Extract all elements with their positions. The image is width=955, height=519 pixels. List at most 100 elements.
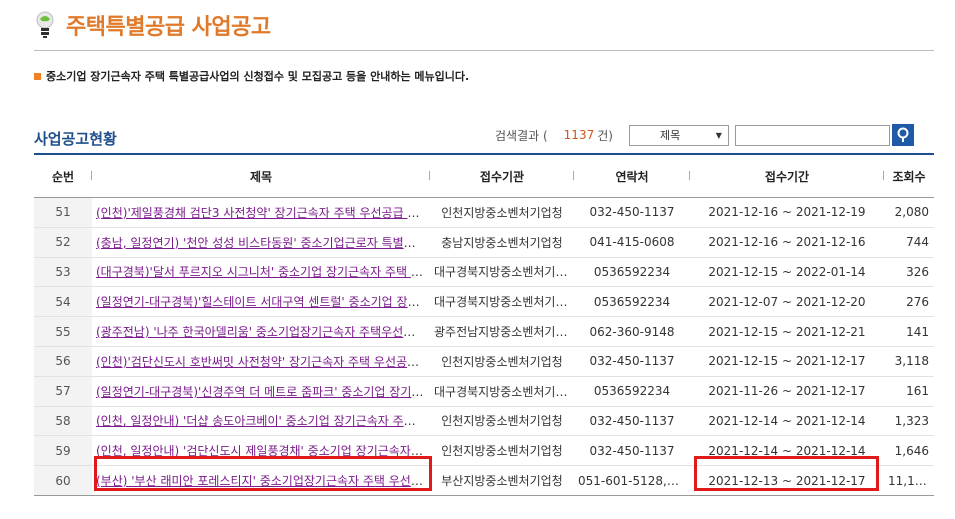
- highlight-title-box: [94, 456, 432, 491]
- table-row[interactable]: 53 (대구경북)'달서 푸르지오 시그니처' 중소기업 장기근속자 주택 특별공…: [34, 257, 934, 288]
- page-header: 주택특별공급 사업공고: [34, 9, 271, 41]
- cell-contact: 032-450-1137: [574, 346, 690, 377]
- intro-text: 중소기업 장기근속자 주택 특별공급사업의 신청접수 및 모집공고 등을 안내하…: [34, 68, 469, 84]
- cell-title: (인천)'제일풍경채 검단3 사전청약' 장기근속자 주택 우선공급 입주자 모…: [92, 197, 430, 228]
- table-row[interactable]: 56 (인천)'검단신도시 호반써밋 사전청약' 장기근속자 주택 우선공급 입주…: [34, 346, 934, 377]
- notice-title-link[interactable]: (일정연기-대구경북)'신경주역 더 메트로 줌파크' 중소기업 장기근속자 주…: [96, 385, 430, 399]
- result-label: 검색결과 (: [495, 128, 548, 143]
- page-title: 주택특별공급 사업공고: [66, 15, 271, 40]
- header-num: 순번: [34, 153, 92, 198]
- lightbulb-icon: [36, 11, 54, 38]
- header-period: 접수기간: [690, 153, 884, 198]
- cell-contact: 051-601-5128,5129: [574, 465, 690, 496]
- search-filter-select[interactable]: 제목 ▼: [628, 124, 729, 146]
- cell-views: 141: [884, 316, 934, 347]
- cell-title: (일정연기-대구경북)'신경주역 더 메트로 줌파크' 중소기업 장기근속자 주…: [92, 376, 430, 407]
- table-row[interactable]: 55 (광주전남) '나주 한국아델리움' 중소기업장기근속자 주택우선공급 모집…: [34, 316, 934, 347]
- cell-contact: 0536592234: [574, 257, 690, 288]
- cell-views: 744: [884, 227, 934, 258]
- cell-agency: 광주전남지방중소벤처기업청: [430, 316, 574, 347]
- cell-title: (인천, 일정안내) '더샵 송도아크베이' 중소기업 장기근속자 주택 우선공…: [92, 406, 430, 437]
- cell-contact: 032-450-1137: [574, 435, 690, 467]
- cell-num: 52: [34, 227, 92, 258]
- result-count: 1137: [563, 128, 595, 142]
- cell-views: 11,152: [884, 465, 934, 496]
- cell-num: 56: [34, 346, 92, 377]
- bullet-square-icon: [34, 72, 41, 80]
- notice-title-link[interactable]: (인천, 일정안내) '더샵 송도아크베이' 중소기업 장기근속자 주택 우선공…: [96, 414, 430, 428]
- cell-period: 2021-12-15 ~ 2021-12-17: [690, 346, 884, 377]
- cell-views: 1,323: [884, 406, 934, 437]
- cell-views: 326: [884, 257, 934, 288]
- cell-views: 276: [884, 286, 934, 318]
- cell-agency: 인천지방중소벤처기업청: [430, 346, 574, 377]
- cell-num: 59: [34, 435, 92, 467]
- header-title: 제목: [92, 153, 430, 198]
- search-icon: [897, 127, 909, 142]
- search-input[interactable]: [734, 124, 890, 146]
- cell-agency: 인천지방중소벤처기업청: [430, 406, 574, 437]
- chevron-down-icon: ▼: [715, 130, 722, 140]
- notice-title-link[interactable]: (일정연기-대구경북)'힐스테이트 서대구역 센트럴' 중소기업 장기근속자 주…: [96, 295, 430, 309]
- cell-period: 2021-12-07 ~ 2021-12-20: [690, 286, 884, 318]
- cell-title: (일정연기-대구경북)'힐스테이트 서대구역 센트럴' 중소기업 장기근속자 주…: [92, 286, 430, 318]
- notice-table: 순번 제목 접수기관 연락처 접수기간 조회수 51 (인천)'제일풍경채 검단3…: [34, 153, 934, 496]
- header-contact: 연락처: [574, 153, 690, 198]
- header-views: 조회수: [884, 153, 934, 198]
- cell-period: 2021-12-16 ~ 2021-12-19: [690, 197, 884, 228]
- cell-agency: 인천지방중소벤처기업청: [430, 435, 574, 467]
- table-row[interactable]: 54 (일정연기-대구경북)'힐스테이트 서대구역 센트럴' 중소기업 장기근속자…: [34, 286, 934, 318]
- cell-agency: 대구경북지방중소벤처기업청: [430, 286, 574, 318]
- cell-period: 2021-12-16 ~ 2021-12-16: [690, 227, 884, 258]
- cell-period: 2021-12-14 ~ 2021-12-14: [690, 406, 884, 437]
- cell-contact: 062-360-9148: [574, 316, 690, 347]
- cell-views: 3,118: [884, 346, 934, 377]
- notice-title-link[interactable]: (광주전남) '나주 한국아델리움' 중소기업장기근속자 주택우선공급 모집공고: [96, 325, 430, 339]
- table-header-row: 순번 제목 접수기관 연락처 접수기간 조회수: [34, 153, 934, 198]
- cell-num: 53: [34, 257, 92, 288]
- cell-agency: 인천지방중소벤처기업청: [430, 197, 574, 228]
- notice-title-link[interactable]: (대구경북)'달서 푸르지오 시그니처' 중소기업 장기근속자 주택 특별공급: [96, 265, 430, 279]
- search-filter-value: 제목: [659, 129, 681, 142]
- cell-title: (인천)'검단신도시 호반써밋 사전청약' 장기근속자 주택 우선공급 입주자 …: [92, 346, 430, 377]
- cell-title: (광주전남) '나주 한국아델리움' 중소기업장기근속자 주택우선공급 모집공고: [92, 316, 430, 347]
- cell-title: (대구경북)'달서 푸르지오 시그니처' 중소기업 장기근속자 주택 특별공급: [92, 257, 430, 288]
- intro-label: 중소기업 장기근속자 주택 특별공급사업의 신청접수 및 모집공고 등을 안내하…: [46, 70, 470, 83]
- cell-num: 51: [34, 197, 92, 228]
- search-bar: 검색결과 ( 1137 건) 제목 ▼: [495, 124, 914, 146]
- cell-contact: 032-450-1137: [574, 197, 690, 228]
- cell-agency: 충남지방중소벤처기업청: [430, 227, 574, 258]
- cell-period: 2021-12-15 ~ 2022-01-14: [690, 257, 884, 288]
- highlight-period-box: [694, 456, 879, 491]
- header-agency: 접수기관: [430, 153, 574, 198]
- cell-num: 54: [34, 286, 92, 318]
- table-row[interactable]: 58 (인천, 일정안내) '더샵 송도아크베이' 중소기업 장기근속자 주택 우…: [34, 406, 934, 437]
- title-divider: [34, 50, 934, 51]
- cell-contact: 041-415-0608: [574, 227, 690, 258]
- cell-contact: 0536592234: [574, 376, 690, 407]
- cell-contact: 032-450-1137: [574, 406, 690, 437]
- search-button[interactable]: [891, 124, 914, 146]
- cell-views: 2,080: [884, 197, 934, 228]
- cell-num: 60: [34, 465, 92, 496]
- cell-num: 58: [34, 406, 92, 437]
- cell-views: 161: [884, 376, 934, 407]
- cell-title: (충남, 일정연기) '천안 성성 비스타동원' 중소기업근로자 특별공급 입주…: [92, 227, 430, 258]
- table-row[interactable]: 52 (충남, 일정연기) '천안 성성 비스타동원' 중소기업근로자 특별공급 …: [34, 227, 934, 258]
- cell-period: 2021-12-15 ~ 2021-12-21: [690, 316, 884, 347]
- table-row[interactable]: 57 (일정연기-대구경북)'신경주역 더 메트로 줌파크' 중소기업 장기근속자…: [34, 376, 934, 407]
- cell-agency: 부산지방중소벤처기업청: [430, 465, 574, 496]
- notice-title-link[interactable]: (인천)'제일풍경채 검단3 사전청약' 장기근속자 주택 우선공급 입주자 모…: [96, 206, 430, 220]
- cell-num: 57: [34, 376, 92, 407]
- cell-agency: 대구경북지방중소벤처기업청: [430, 257, 574, 288]
- cell-num: 55: [34, 316, 92, 347]
- cell-agency: 대구경북지방중소벤처기업청: [430, 376, 574, 407]
- section-title: 사업공고현황: [34, 130, 117, 148]
- cell-views: 1,646: [884, 435, 934, 467]
- result-unit: 건): [597, 128, 613, 143]
- cell-period: 2021-11-26 ~ 2021-12-17: [690, 376, 884, 407]
- notice-title-link[interactable]: (충남, 일정연기) '천안 성성 비스타동원' 중소기업근로자 특별공급 입주…: [96, 236, 430, 250]
- table-row[interactable]: 51 (인천)'제일풍경채 검단3 사전청약' 장기근속자 주택 우선공급 입주자…: [34, 197, 934, 228]
- notice-title-link[interactable]: (인천)'검단신도시 호반써밋 사전청약' 장기근속자 주택 우선공급 입주자 …: [96, 355, 430, 369]
- cell-contact: 0536592234: [574, 286, 690, 318]
